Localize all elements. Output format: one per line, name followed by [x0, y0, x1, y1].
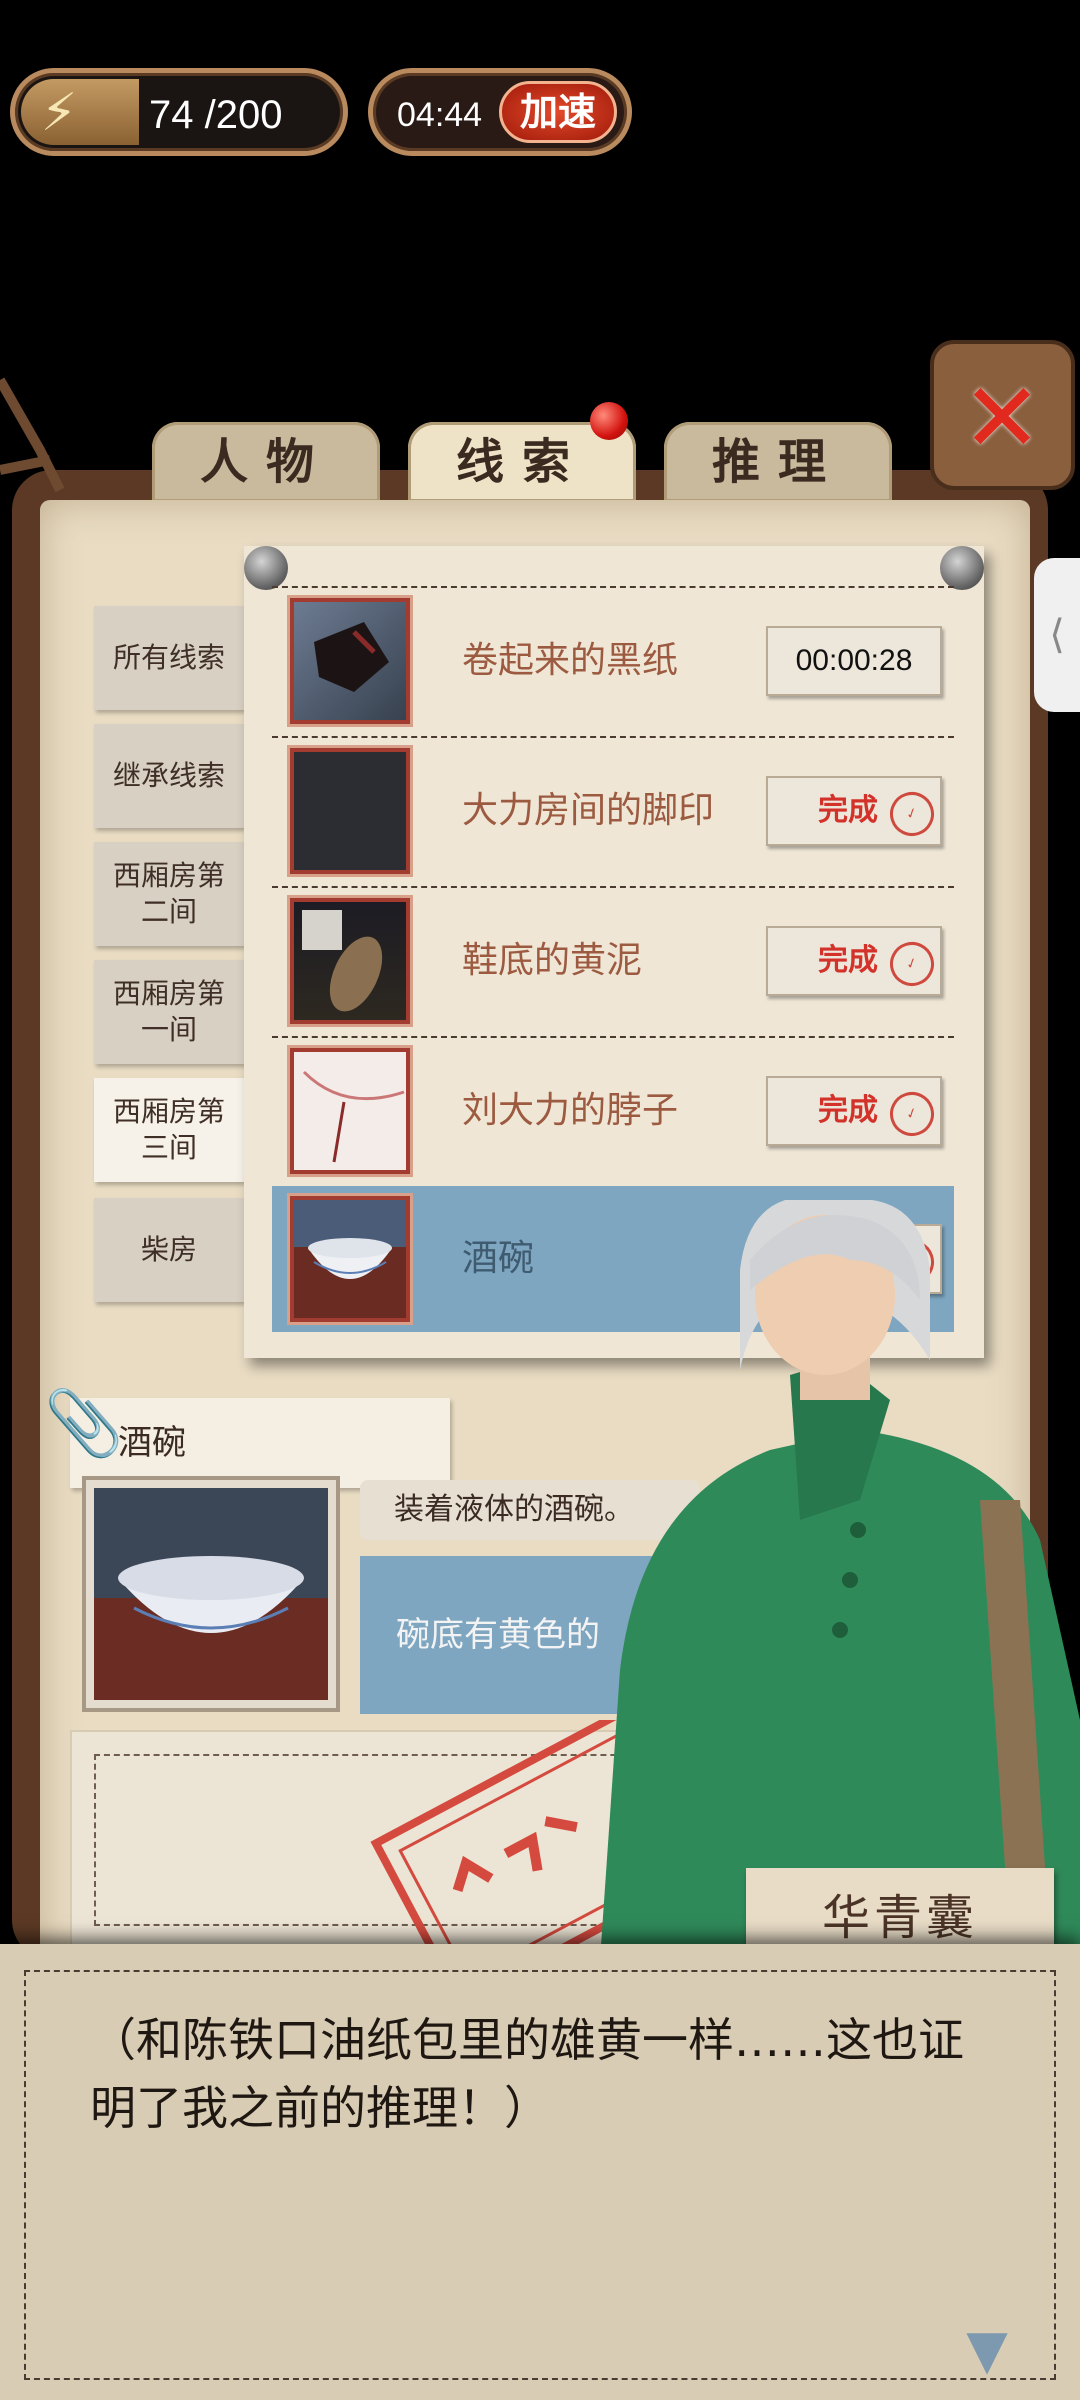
category-west-room-2[interactable]: 西厢房第二间 — [94, 842, 244, 946]
status-label: 完成 — [818, 1093, 878, 1128]
clue-status-done: 完成 ✓ — [766, 926, 942, 996]
clue-status-done: 完成 ✓ — [766, 776, 942, 846]
paperclip-icon: 📎 — [44, 1387, 124, 1461]
stamp-icon: ✓ — [884, 1086, 940, 1142]
tab-characters[interactable]: 人物 — [152, 422, 380, 502]
energy-count: 74 /200 — [149, 93, 283, 137]
close-button[interactable]: ✕ — [930, 340, 1075, 490]
close-icon: ✕ — [961, 362, 1043, 474]
clue-name: 鞋底的黄泥 — [462, 940, 643, 981]
category-inherited[interactable]: 继承线索 — [94, 724, 244, 828]
pin-icon — [940, 546, 984, 590]
category-west-room-1[interactable]: 西厢房第一间 — [94, 960, 244, 1064]
clue-thumbnail — [290, 1048, 410, 1174]
clue-name: 大力房间的脚印 — [462, 790, 715, 831]
stamp-icon: ✓ — [884, 936, 940, 992]
tab-deduction[interactable]: 推理 — [664, 422, 892, 502]
category-west-room-3[interactable]: 西厢房第三间 — [94, 1078, 244, 1182]
status-label: 完成 — [818, 793, 878, 828]
timer-text: 04:44 — [397, 96, 483, 134]
continue-arrow-icon[interactable]: ▼ — [952, 2323, 1022, 2377]
clue-thumbnail — [290, 598, 410, 724]
side-drawer-handle[interactable]: ⟨ — [1034, 558, 1080, 712]
clue-timer: 00:00:28 — [766, 626, 942, 696]
clue-thumbnail — [290, 1196, 410, 1322]
clue-row[interactable]: 鞋底的黄泥 完成 ✓ — [272, 886, 954, 1032]
clue-name: 刘大力的脖子 — [462, 1090, 679, 1131]
speed-up-button[interactable]: 加速 — [499, 81, 617, 143]
pin-icon — [244, 546, 288, 590]
category-woodshed[interactable]: 柴房 — [94, 1198, 244, 1302]
clue-row[interactable]: 刘大力的脖子 完成 ✓ — [272, 1036, 954, 1182]
refill-timer: 04:44 加速 — [368, 68, 632, 156]
detail-title: 酒碗 — [70, 1398, 450, 1488]
clue-thumbnail — [290, 898, 410, 1024]
clue-name: 酒碗 — [462, 1238, 535, 1279]
status-label: 完成 — [818, 943, 878, 978]
clue-thumbnail — [290, 748, 410, 874]
detail-image — [86, 1480, 336, 1708]
dialog-text: （和陈铁口油纸包里的雄黄一样……这也证明了我之前的推理！） — [90, 2013, 964, 2135]
notification-dot — [590, 402, 628, 440]
clue-name: 卷起来的黑纸 — [462, 640, 679, 681]
character-portrait — [600, 1200, 1080, 1960]
energy-bar[interactable]: ⚡ 74 /200 — [10, 68, 348, 156]
lightning-icon: ⚡ — [40, 83, 78, 143]
clue-status-done: 完成 ✓ — [766, 1076, 942, 1146]
stamp-icon: ✓ — [884, 786, 940, 842]
dialog-box[interactable]: （和陈铁口油纸包里的雄黄一样……这也证明了我之前的推理！） — [0, 1944, 1080, 2400]
category-all[interactable]: 所有线索 — [94, 606, 244, 710]
clue-row[interactable]: 卷起来的黑纸 00:00:28 — [272, 586, 954, 732]
clue-row[interactable]: 大力房间的脚印 完成 ✓ — [272, 736, 954, 882]
